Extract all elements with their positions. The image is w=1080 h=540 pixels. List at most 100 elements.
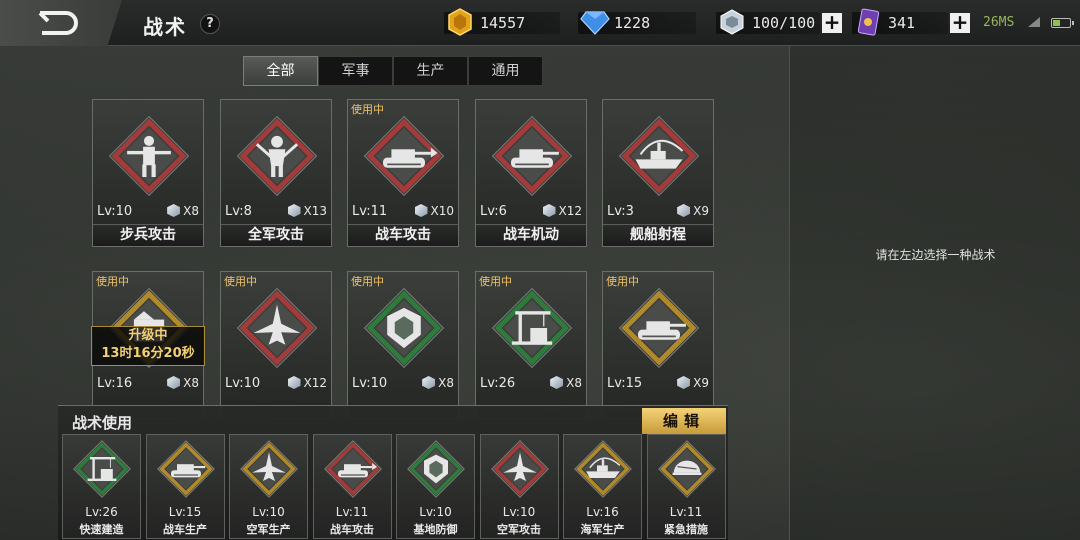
slot-emblem	[657, 439, 717, 503]
help-icon[interactable]: ?	[200, 14, 220, 34]
upgrade-timer: 13时16分20秒	[101, 346, 195, 361]
tactic-level: Lv:3	[607, 204, 634, 219]
tactic-card[interactable]: 使用中 Lv:15 X9	[602, 271, 714, 419]
tactic-emblem	[490, 286, 574, 374]
card-value: 341	[888, 14, 916, 32]
selection-hint: 请在左边选择一种战术	[875, 248, 996, 262]
add-card-button[interactable]: +	[950, 12, 970, 33]
crystal-resource: 100/100	[716, 9, 820, 35]
tactic-card[interactable]: 使用中 Lv:10 X8	[347, 271, 459, 419]
slot-name: 空军生产	[246, 523, 291, 536]
slot-name: 战车生产	[163, 523, 207, 536]
battery-icon	[1051, 18, 1074, 28]
active-tactic-slot[interactable]: Lv:11 战车攻击	[312, 434, 392, 539]
slot-emblem	[156, 439, 216, 503]
jet-icon	[490, 440, 549, 498]
slot-emblem	[323, 439, 383, 503]
crane-icon	[491, 287, 573, 369]
tactic-level: Lv:10	[352, 376, 388, 391]
slot-emblem	[72, 439, 132, 503]
active-tactic-slot[interactable]: Lv:11 紧急措施	[646, 434, 726, 539]
purple-card-icon	[857, 8, 880, 36]
tab-production[interactable]: 生产	[393, 56, 468, 86]
tactic-count: X12	[543, 204, 583, 218]
tactic-level: Lv:15	[607, 376, 643, 391]
diamond-resource: 1228	[578, 11, 696, 35]
crane-icon	[73, 440, 131, 498]
slot-name: 海军生产	[580, 523, 625, 536]
tab-all[interactable]: 全部	[243, 56, 318, 86]
slot-level: Lv:11	[669, 505, 703, 519]
crystal-cube-icon	[720, 9, 744, 35]
slot-level: Lv:16	[586, 505, 619, 519]
edit-button[interactable]: 编辑	[642, 408, 726, 434]
upgrade-status: 升级中 13时16分20秒	[91, 326, 205, 366]
tank-fire-icon	[323, 440, 382, 498]
tactic-card[interactable]: Lv:3 X9 舰船射程	[602, 99, 714, 247]
tactic-name: 全军攻击	[221, 224, 331, 246]
tactic-card[interactable]: 使用中 Lv:26 X8	[475, 271, 587, 419]
tactic-level: Lv:10	[97, 204, 133, 219]
slot-level: Lv:10	[502, 505, 536, 519]
slot-name: 战车攻击	[330, 523, 374, 536]
slot-level: Lv:10	[252, 505, 285, 519]
tactic-level: Lv:6	[480, 204, 507, 219]
tactic-count: X8	[167, 204, 199, 218]
slot-emblem	[573, 439, 633, 503]
shield-icon	[363, 287, 445, 369]
tank-icon	[618, 287, 700, 369]
tactic-card[interactable]: Lv:6 X12 战车机动	[475, 99, 587, 247]
tactic-emblem	[107, 114, 191, 202]
slot-emblem	[406, 439, 466, 503]
gold-value: 14557	[480, 14, 526, 32]
wifi-icon	[1028, 17, 1040, 27]
tactic-count: X13	[288, 204, 328, 218]
active-tactic-slot[interactable]: Lv:15 战车生产	[145, 434, 225, 539]
crystal-value: 100/100	[752, 14, 816, 32]
tactic-level: Lv:26	[480, 376, 516, 391]
tactic-emblem	[617, 114, 701, 202]
tactic-emblem	[362, 286, 446, 374]
upgrade-title: 升级中	[128, 328, 168, 343]
tactic-card[interactable]: 使用中 Lv:10 X12	[220, 271, 332, 419]
active-tactic-slot[interactable]: Lv:10 空军生产	[229, 434, 308, 539]
slot-level: Lv:26	[85, 505, 118, 519]
tactic-level: Lv:11	[352, 204, 388, 219]
diamond-value: 1228	[614, 14, 651, 32]
tactic-name: 战车机动	[476, 224, 586, 246]
helmet-icon	[657, 440, 716, 498]
tactics-in-use-dock: 战术使用 编辑 Lv:26 快速建造 Lv:15 战车生产 Lv:10 空军生产…	[58, 405, 728, 540]
tab-general[interactable]: 通用	[468, 56, 543, 86]
tactic-card[interactable]: Lv:10 X8 步兵攻击	[92, 99, 204, 247]
tactic-count: X8	[422, 376, 454, 390]
tactic-level: Lv:10	[225, 376, 261, 391]
tab-military[interactable]: 军事	[318, 56, 393, 86]
back-arrow-icon	[38, 11, 78, 35]
tactic-emblem	[235, 114, 319, 202]
tactic-count: X9	[677, 376, 709, 390]
tactic-count: X9	[677, 204, 709, 218]
active-tactic-slot[interactable]: Lv:16 海军生产	[563, 434, 642, 539]
tactic-count: X10	[415, 204, 455, 218]
infantry-icon	[108, 115, 190, 197]
slot-name: 基地防御	[413, 523, 458, 536]
active-tactic-slot[interactable]: Lv:26 快速建造	[62, 434, 141, 539]
warship-icon	[574, 440, 632, 498]
tank-icon	[156, 440, 215, 498]
slot-name: 快速建造	[79, 523, 124, 536]
add-crystal-button[interactable]: +	[822, 12, 842, 33]
tactic-name: 战车攻击	[348, 224, 458, 246]
tactic-card[interactable]: Lv:8 X13 全军攻击	[220, 99, 332, 247]
detail-panel: 请在左边选择一种战术	[789, 46, 1080, 540]
active-tactic-slot[interactable]: Lv:10 基地防御	[396, 434, 475, 539]
slot-name: 空军攻击	[497, 523, 541, 536]
tactic-card[interactable]: 使用中 Lv:11 X10 战车攻击	[347, 99, 459, 247]
slot-emblem	[490, 439, 550, 503]
card-resource: 341	[852, 8, 948, 36]
back-button[interactable]	[0, 0, 122, 46]
tactic-count: X8	[167, 376, 199, 390]
slot-level: Lv:10	[419, 505, 452, 519]
active-tactic-slot[interactable]: Lv:10 空军攻击	[479, 434, 559, 539]
tactic-emblem	[235, 286, 319, 374]
tactic-card[interactable]: 使用中 Lv:16 X8 升级中 13时16分20秒	[91, 271, 205, 419]
